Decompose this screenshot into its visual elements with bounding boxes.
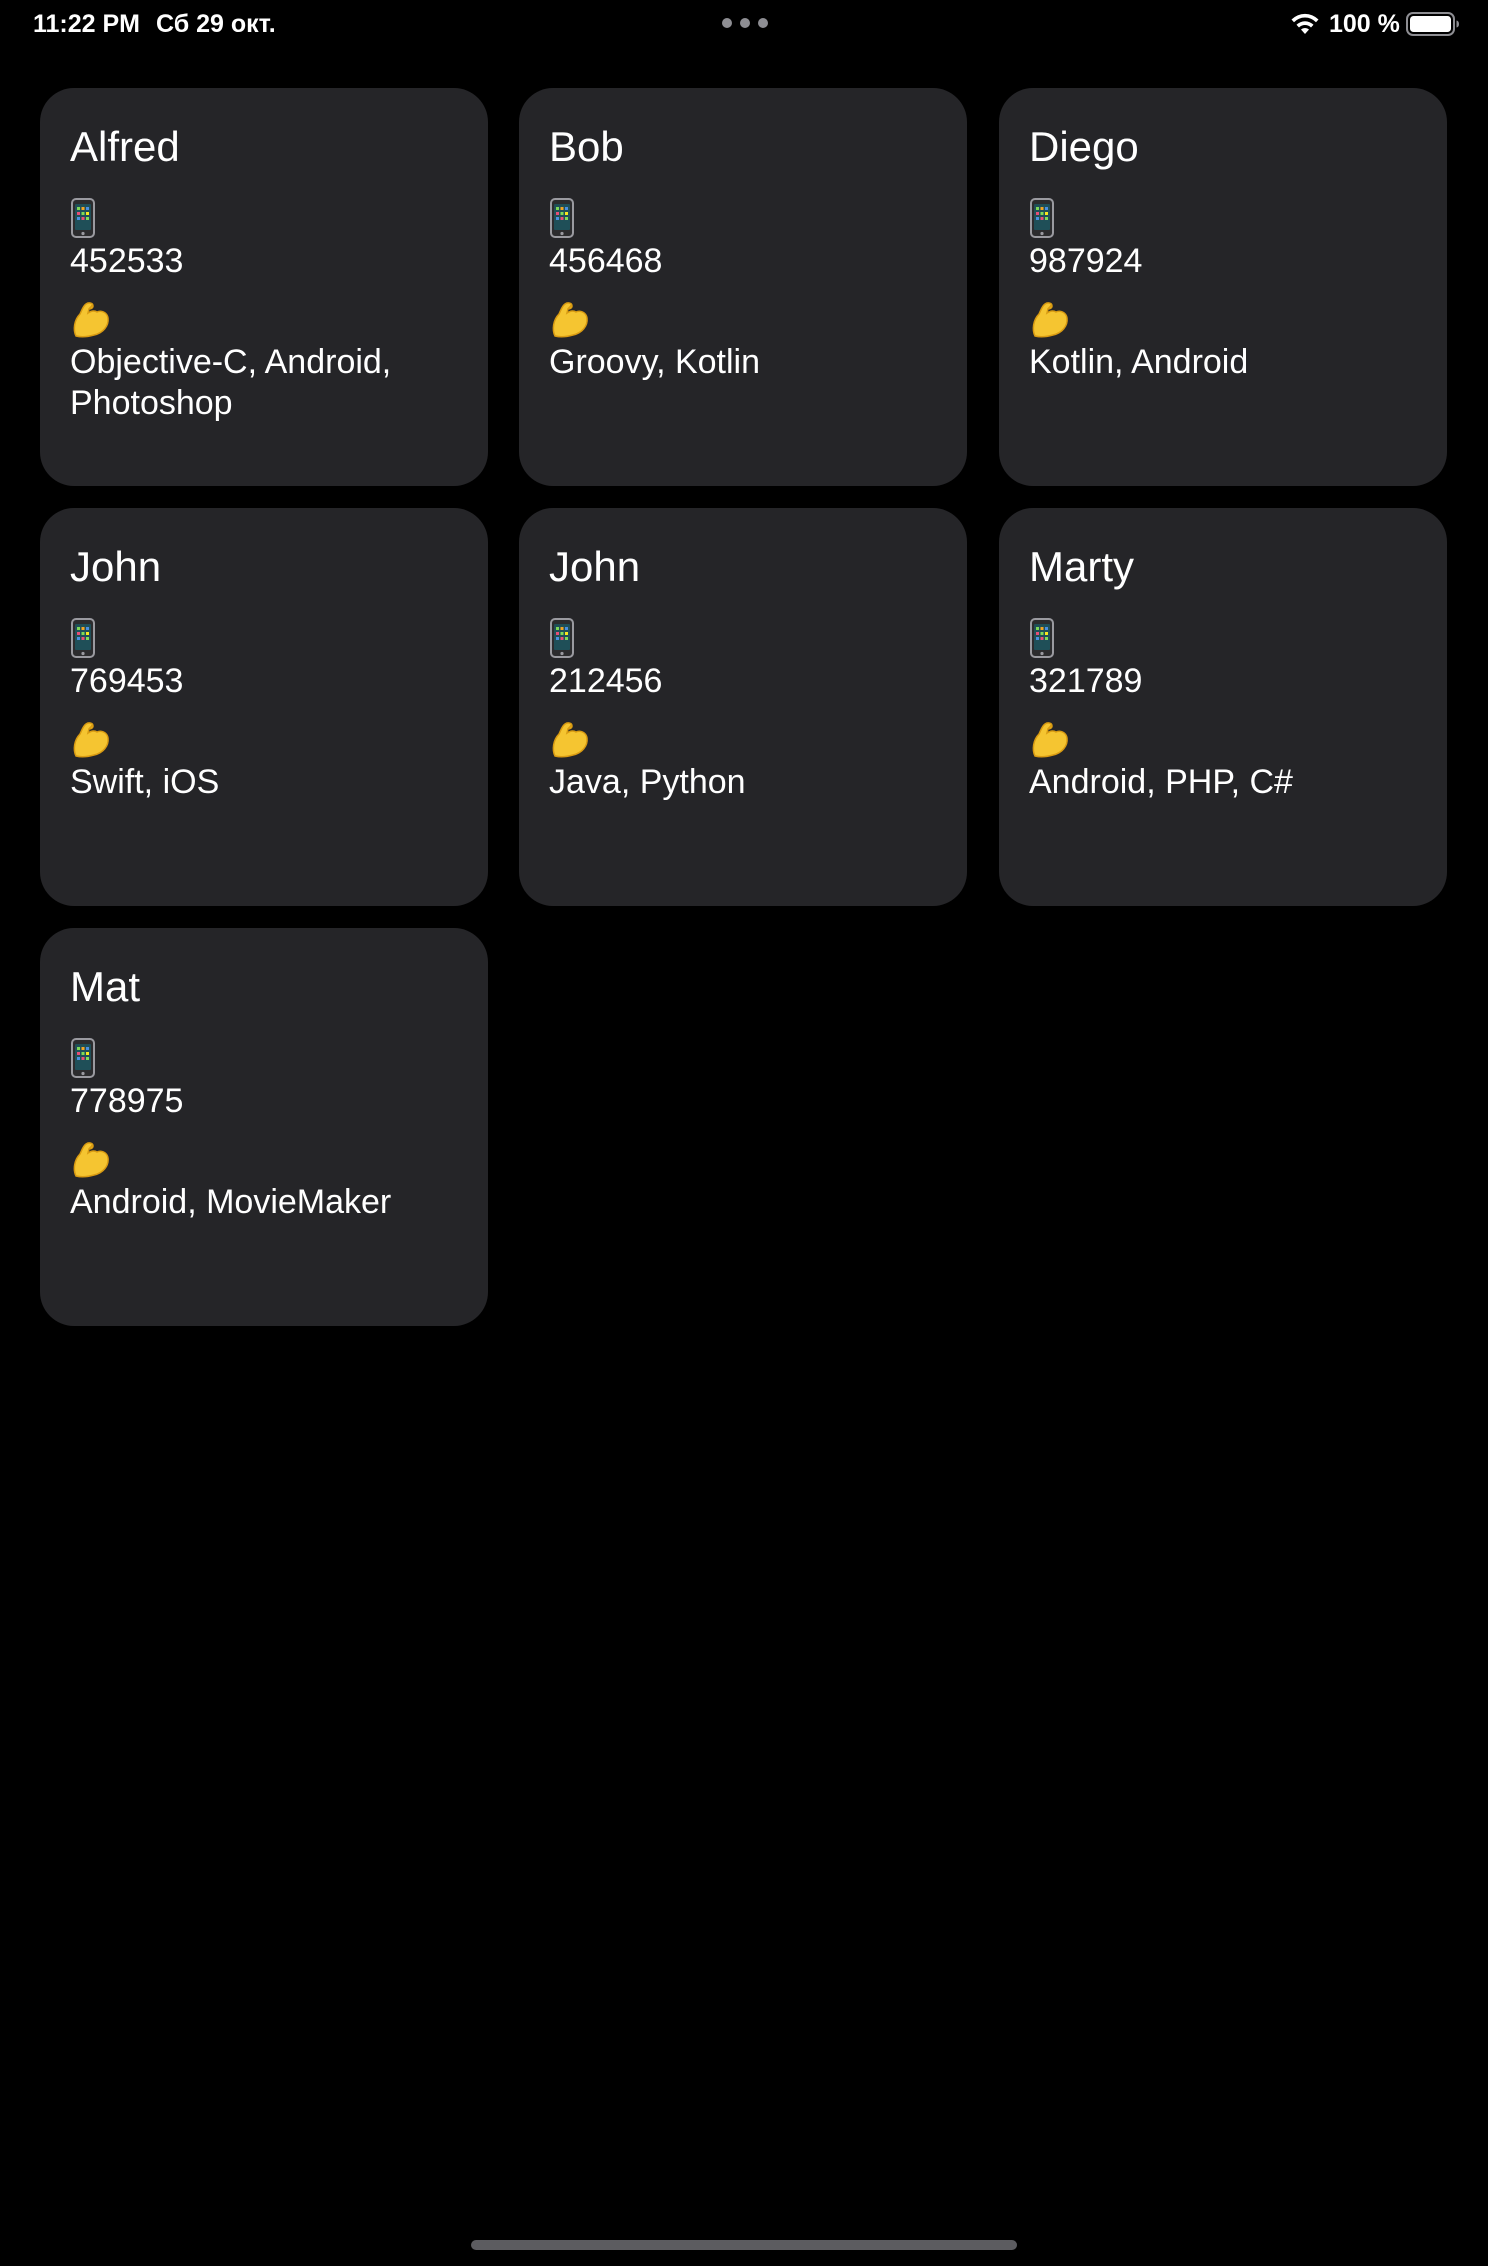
mobile-phone-icon (71, 1038, 95, 1078)
mobile-phone-icon (550, 618, 574, 658)
contact-skills: Swift, iOS (70, 763, 220, 801)
contact-skills: Kotlin, Android (1029, 343, 1249, 381)
contact-phone: 987924 (1029, 242, 1143, 280)
flexed-biceps-icon (1032, 302, 1068, 338)
mobile-phone-icon (550, 198, 574, 238)
contact-name: John (549, 543, 641, 590)
contact-name: Marty (1029, 543, 1134, 590)
contact-skills: Objective-C, Android, Photoshop (70, 343, 392, 422)
contact-skills: Java, Python (549, 763, 746, 801)
contact-card[interactable]: Diego 987924 Kotlin, Android (999, 88, 1447, 486)
contact-skills: Android, MovieMaker (70, 1183, 392, 1221)
mobile-phone-icon (71, 618, 95, 658)
status-bar: 11:22 PM Сб 29 окт. 100 % (0, 0, 1488, 50)
contact-name: Bob (549, 123, 624, 170)
flexed-biceps-icon (73, 722, 109, 758)
flexed-biceps-icon (552, 302, 588, 338)
wifi-icon (1291, 13, 1319, 34)
status-date: Сб 29 окт. (156, 10, 276, 38)
battery-icon (1406, 12, 1459, 36)
contact-phone: 321789 (1029, 662, 1143, 700)
contact-card[interactable]: Alfred 452533 Objective-C, Android, Phot… (40, 88, 488, 486)
flexed-biceps-icon (552, 722, 588, 758)
contact-phone: 452533 (70, 242, 184, 280)
flexed-biceps-icon (73, 1142, 109, 1178)
contact-card[interactable]: Mat 778975 Android, MovieMaker (40, 928, 488, 1326)
contact-phone: 212456 (549, 662, 663, 700)
flexed-biceps-icon (73, 302, 109, 338)
contact-name: Alfred (70, 123, 180, 170)
contact-phone: 456468 (549, 242, 663, 280)
mobile-phone-icon (71, 198, 95, 238)
status-time: 11:22 PM (33, 10, 141, 38)
contact-card[interactable]: Marty 321789 Android, PHP, C# (999, 508, 1447, 906)
contact-card[interactable]: John 212456 Java, Python (519, 508, 967, 906)
contact-skills: Groovy, Kotlin (549, 343, 761, 381)
mobile-phone-icon (1030, 198, 1054, 238)
mobile-phone-icon (1030, 618, 1054, 658)
contact-skills: Android, PHP, C# (1029, 763, 1293, 801)
multitasking-menu-icon[interactable] (722, 18, 768, 28)
contact-name: John (70, 543, 162, 590)
flexed-biceps-icon (1032, 722, 1068, 758)
contact-name: Diego (1029, 123, 1139, 170)
home-indicator[interactable] (471, 2240, 1017, 2250)
contact-name: Mat (70, 963, 141, 1010)
contact-card[interactable]: John 769453 Swift, iOS (40, 508, 488, 906)
contact-card[interactable]: Bob 456468 Groovy, Kotlin (519, 88, 967, 486)
battery-percent: 100 % (1329, 10, 1400, 38)
contact-phone: 778975 (70, 1082, 184, 1120)
contact-phone: 769453 (70, 662, 184, 700)
